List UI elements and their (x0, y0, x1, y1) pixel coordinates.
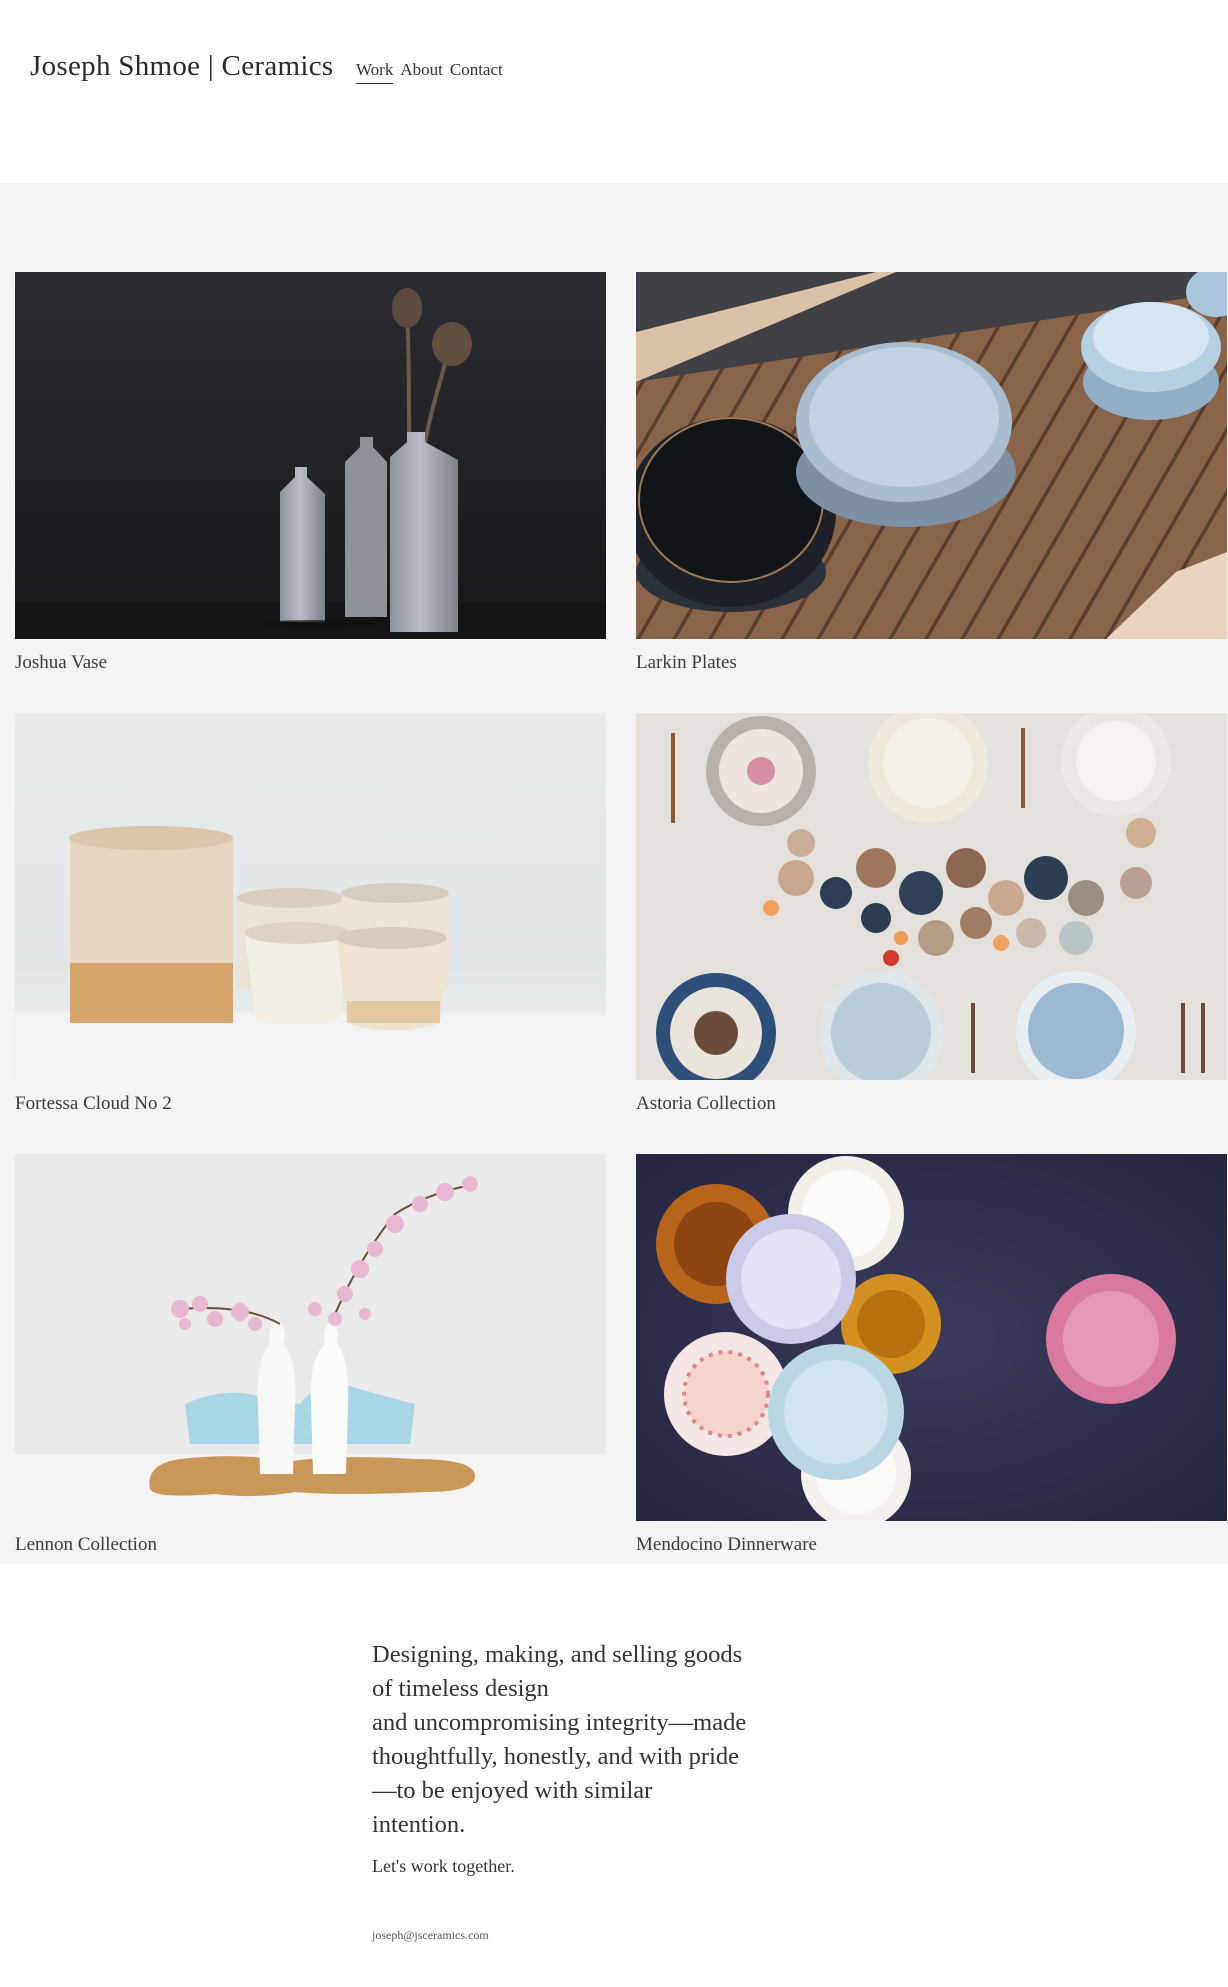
speckled-cups-image (15, 713, 606, 1080)
main-nav: Work About Contact (356, 60, 503, 84)
gallery-item-mendocino-dinnerware[interactable]: Mendocino Dinnerware (636, 1154, 1227, 1556)
gallery-grid: Joshua Vase Larkin Plates Fortessa Cloud… (15, 272, 1228, 1556)
gallery-item-caption: Joshua Vase (15, 652, 108, 673)
gallery-item-caption: Fortessa Cloud No 2 (15, 1093, 172, 1114)
work-gallery: Joshua Vase Larkin Plates Fortessa Cloud… (0, 183, 1228, 1564)
nav-work-link[interactable]: Work (356, 60, 394, 84)
gallery-item-caption: Astoria Collection (636, 1093, 776, 1114)
contact-email-link[interactable]: joseph@jsceramics.com (372, 1928, 489, 1943)
about-statement: Designing, making, and selling goods of … (372, 1638, 812, 1842)
about-line: —to be enjoyed with similar (372, 1777, 653, 1804)
nav-about-link[interactable]: About (400, 60, 443, 84)
gallery-item-fortessa-cloud[interactable]: Fortessa Cloud No 2 (15, 713, 606, 1115)
gallery-item-lennon-collection[interactable]: Lennon Collection (15, 1154, 606, 1556)
about-line: and uncompromising integrity—made (372, 1709, 747, 1736)
nav-contact-link[interactable]: Contact (450, 60, 503, 84)
gallery-item-caption: Larkin Plates (636, 652, 737, 673)
ceramic-bottles-image (15, 272, 606, 639)
about-line: of timeless design (372, 1675, 549, 1702)
about-line: thoughtfully, honestly, and with pride (372, 1743, 739, 1770)
pumpkin-table-setting-image (636, 713, 1227, 1080)
gallery-item-joshua-vase[interactable]: Joshua Vase (15, 272, 606, 674)
white-vases-image (15, 1154, 606, 1521)
about-line: Designing, making, and selling goods (372, 1641, 743, 1668)
about-section: Designing, making, and selling goods of … (372, 1638, 812, 1877)
gallery-item-larkin-plates[interactable]: Larkin Plates (636, 272, 1227, 674)
gallery-item-astoria-collection[interactable]: Astoria Collection (636, 713, 1227, 1115)
site-header: Joseph Shmoe | Ceramics Work About Conta… (0, 0, 1228, 183)
plates-on-wood-image (636, 272, 1227, 639)
about-line: intention. (372, 1811, 466, 1838)
gallery-item-caption: Lennon Collection (15, 1534, 157, 1555)
vintage-plates-image (636, 1154, 1227, 1521)
site-title-link[interactable]: Joseph Shmoe | Ceramics (30, 50, 333, 83)
gallery-item-caption: Mendocino Dinnerware (636, 1534, 817, 1555)
call-to-action: Let's work together. (372, 1856, 515, 1876)
